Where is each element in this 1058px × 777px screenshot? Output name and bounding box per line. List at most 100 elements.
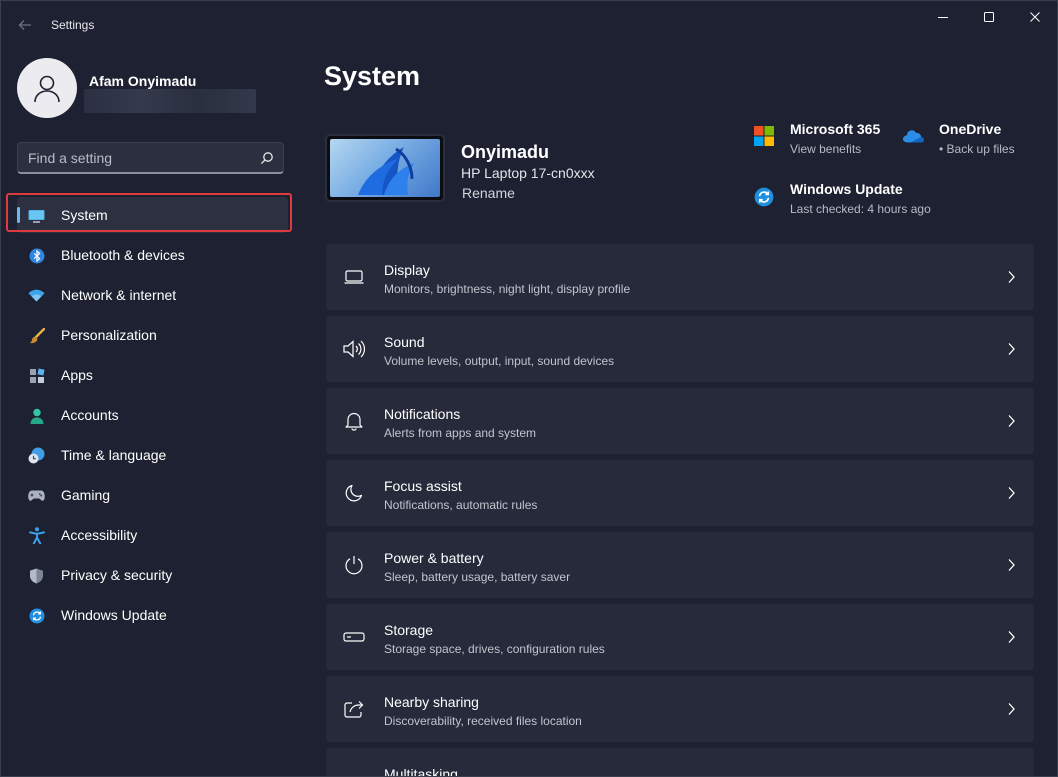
- microsoft-365-title[interactable]: Microsoft 365: [790, 121, 880, 137]
- speaker-icon: [343, 338, 365, 360]
- card-title: Nearby sharing: [384, 694, 479, 710]
- card-title: Display: [384, 262, 430, 278]
- person-icon: [28, 407, 45, 424]
- chevron-right-icon: [1008, 343, 1015, 355]
- sidebar-item-label: Bluetooth & devices: [61, 247, 185, 263]
- card-subtitle: Storage space, drives, configuration rul…: [384, 642, 605, 656]
- chevron-right-icon: [1008, 559, 1015, 571]
- sidebar-item-accounts[interactable]: Accounts: [17, 397, 288, 433]
- card-nearby-sharing[interactable]: Nearby sharing Discoverability, received…: [326, 676, 1034, 742]
- sidebar-item-gaming[interactable]: Gaming: [17, 477, 288, 513]
- update-icon: [28, 607, 45, 624]
- sidebar-item-label: Gaming: [61, 487, 111, 503]
- gamepad-icon: [28, 487, 45, 504]
- accessibility-icon: [28, 527, 45, 544]
- device-name: Onyimadu: [461, 142, 550, 162]
- windows-update-subtitle: Last checked: 4 hours ago: [790, 202, 931, 216]
- user-name: Afam Onyimadu: [89, 73, 197, 89]
- card-subtitle: Discoverability, received files location: [384, 714, 582, 728]
- sidebar-item-label: Accounts: [61, 407, 119, 423]
- share-icon: [343, 698, 365, 720]
- chevron-right-icon: [1008, 487, 1015, 499]
- card-subtitle: Notifications, automatic rules: [384, 498, 538, 512]
- device-thumbnail: [325, 134, 445, 202]
- storage-icon: [343, 626, 365, 648]
- search-box[interactable]: [17, 142, 284, 174]
- chevron-right-icon: [1008, 703, 1015, 715]
- minimize-icon: [938, 17, 948, 18]
- microsoft-365-subtitle[interactable]: View benefits: [790, 142, 861, 156]
- sidebar-item-personalization[interactable]: Personalization: [17, 317, 288, 353]
- search-icon[interactable]: [260, 151, 274, 165]
- windows-update-link[interactable]: [754, 187, 774, 207]
- card-title: Sound: [384, 334, 425, 350]
- sidebar-item-label: Accessibility: [61, 527, 138, 543]
- bluetooth-icon: [28, 247, 45, 264]
- maximize-button[interactable]: [966, 1, 1012, 33]
- brush-icon: [28, 327, 45, 344]
- windows-update-title[interactable]: Windows Update: [790, 181, 903, 197]
- bell-icon: [343, 410, 365, 432]
- sidebar-item-network[interactable]: Network & internet: [17, 277, 288, 313]
- minimize-button[interactable]: [920, 1, 966, 33]
- card-notifications[interactable]: Notifications Alerts from apps and syste…: [326, 388, 1034, 454]
- onedrive-link[interactable]: [902, 129, 924, 145]
- app-title: Settings: [51, 18, 95, 32]
- sidebar-item-label: Network & internet: [61, 287, 177, 303]
- person-icon: [34, 75, 60, 103]
- sidebar-item-accessibility[interactable]: Accessibility: [17, 517, 288, 553]
- onedrive-subtitle[interactable]: • Back up files: [939, 142, 1015, 156]
- page-title: System: [324, 61, 421, 91]
- card-multitasking[interactable]: Multitasking: [326, 748, 1034, 777]
- microsoft-365-link[interactable]: [754, 126, 774, 146]
- card-sound[interactable]: Sound Volume levels, output, input, soun…: [326, 316, 1034, 382]
- settings-window: Settings Afam Onyimadu System: [0, 0, 1058, 777]
- card-subtitle: Sleep, battery usage, battery saver: [384, 570, 571, 584]
- sidebar-item-label: Time & language: [61, 447, 167, 463]
- apps-icon: [28, 367, 45, 384]
- onedrive-cloud-icon: [903, 130, 924, 143]
- sidebar-item-label: Privacy & security: [61, 567, 173, 583]
- rename-link[interactable]: Rename: [462, 185, 515, 201]
- power-icon: [343, 554, 365, 576]
- microsoft-logo-icon: [754, 126, 774, 146]
- sidebar-item-privacy[interactable]: Privacy & security: [17, 557, 288, 593]
- sidebar-item-apps[interactable]: Apps: [17, 357, 288, 393]
- card-storage[interactable]: Storage Storage space, drives, configura…: [326, 604, 1034, 670]
- title-bar: Settings: [1, 1, 1057, 49]
- shield-icon: [28, 567, 45, 584]
- chevron-right-icon: [1008, 271, 1015, 283]
- device-model: HP Laptop 17-cn0xxx: [461, 165, 595, 181]
- sidebar-item-label: Personalization: [61, 327, 157, 343]
- onedrive-title[interactable]: OneDrive: [939, 121, 1001, 137]
- chevron-right-icon: [1008, 631, 1015, 643]
- card-subtitle: Volume levels, output, input, sound devi…: [384, 354, 615, 368]
- close-button[interactable]: [1012, 1, 1057, 33]
- avatar[interactable]: [17, 58, 77, 118]
- card-title: Storage: [384, 622, 434, 638]
- card-title: Multitasking: [384, 766, 458, 777]
- highlight-annotation: [6, 193, 292, 232]
- card-title: Focus assist: [384, 478, 462, 494]
- moon-icon: [343, 482, 365, 504]
- sidebar-item-label: Apps: [61, 367, 93, 383]
- multitask-icon: [343, 770, 365, 776]
- sidebar-item-windows-update[interactable]: Windows Update: [17, 597, 288, 633]
- chevron-right-icon: [1008, 415, 1015, 427]
- sidebar-item-time-language[interactable]: Time & language: [17, 437, 288, 473]
- sidebar-item-bluetooth[interactable]: Bluetooth & devices: [17, 237, 288, 273]
- card-subtitle: Alerts from apps and system: [384, 426, 537, 440]
- back-arrow-icon: [18, 20, 31, 30]
- card-subtitle: Monitors, brightness, night light, displ…: [384, 282, 631, 296]
- search-input[interactable]: [28, 149, 248, 167]
- card-title: Notifications: [384, 406, 461, 422]
- maximize-icon: [984, 12, 994, 22]
- wifi-icon: [28, 287, 45, 304]
- card-title: Power & battery: [384, 550, 484, 566]
- card-power-battery[interactable]: Power & battery Sleep, battery usage, ba…: [326, 532, 1034, 598]
- card-display[interactable]: Display Monitors, brightness, night ligh…: [326, 244, 1034, 310]
- card-focus-assist[interactable]: Focus assist Notifications, automatic ru…: [326, 460, 1034, 526]
- back-button[interactable]: [13, 13, 37, 37]
- close-icon: [1030, 12, 1040, 22]
- globe-clock-icon: [28, 447, 45, 464]
